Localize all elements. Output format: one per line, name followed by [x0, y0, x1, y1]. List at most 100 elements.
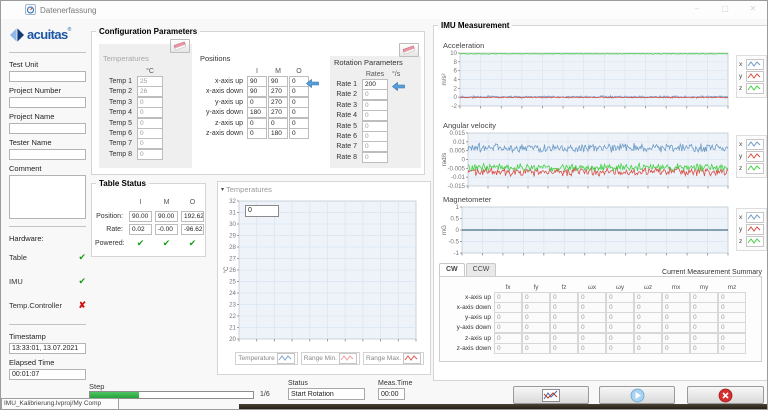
- legend-label-range-max: Range Max.: [366, 355, 401, 362]
- legend-glyph-z: [746, 236, 764, 247]
- rotation-parameters-subpanel: Rotation Parameters Rates°/sRate 1200Rat…: [330, 56, 421, 168]
- temp-input-temp-8[interactable]: 0: [137, 149, 163, 160]
- rate-row-label-rate-3: Rate 3: [332, 102, 360, 109]
- input-tester-name[interactable]: [9, 149, 86, 160]
- rate-row-label-rate-8: Rate 8: [332, 154, 360, 161]
- position-input-x-axis-down-i[interactable]: 90: [247, 86, 267, 97]
- position-input-z-axis-up-i[interactable]: 0: [247, 118, 267, 129]
- chart-icon: [542, 389, 560, 402]
- position-input-y-axis-down-m[interactable]: 270: [268, 107, 288, 118]
- summary-cell-z-axis-down-x: 0: [578, 343, 606, 354]
- position-input-x-axis-up-m[interactable]: 90: [268, 76, 288, 87]
- temperatures-table: °CTemp 125Temp 226Temp 30Temp 40Temp 50T…: [103, 66, 163, 160]
- legend-glyph-range-min: [339, 353, 357, 364]
- clear-rates-button[interactable]: [399, 43, 419, 57]
- position-input-y-axis-up-o[interactable]: 0: [289, 97, 309, 108]
- position-input-z-axis-down-i[interactable]: 0: [247, 128, 267, 139]
- rate-input-rate-4[interactable]: 0: [362, 110, 388, 121]
- position-input-y-axis-down-o[interactable]: 0: [289, 107, 309, 118]
- acceleration-chart-mount: -20246810m/s²: [440, 50, 734, 118]
- position-input-y-axis-up-m[interactable]: 270: [268, 97, 288, 108]
- play-icon: [630, 388, 645, 403]
- rate-input-rate-5[interactable]: 0: [362, 121, 388, 132]
- rate-input-rate-2[interactable]: 0: [362, 89, 388, 100]
- status-col-m: M: [155, 199, 178, 206]
- svg-text:2: 2: [454, 85, 458, 92]
- play-button[interactable]: [599, 386, 675, 404]
- maximize-button[interactable]: ▢: [719, 4, 731, 14]
- rate-input-rate-3[interactable]: 0: [362, 100, 388, 111]
- rate-row-label-rate-6: Rate 6: [332, 133, 360, 140]
- table-status-panel: Table Status IMOPosition:90.0090.00192.6…: [91, 183, 206, 257]
- minimize-button[interactable]: –: [691, 4, 703, 14]
- position-input-x-axis-down-m[interactable]: 270: [268, 86, 288, 97]
- position-input-y-axis-down-i[interactable]: 180: [247, 107, 267, 118]
- temp-input-temp-5[interactable]: 0: [137, 118, 163, 129]
- svg-text:25: 25: [229, 279, 236, 286]
- step-count: 1/6: [260, 391, 270, 398]
- temp-row-label-temp-2: Temp 2: [103, 88, 135, 95]
- temp-input-temp-2[interactable]: 26: [137, 86, 163, 97]
- powered-label: Powered:: [95, 240, 126, 247]
- position-input-z-axis-down-m[interactable]: 180: [268, 128, 288, 139]
- position-input-z-axis-up-m[interactable]: 0: [268, 118, 288, 129]
- comment-field[interactable]: [9, 175, 86, 219]
- temp-input-temp-6[interactable]: 0: [137, 128, 163, 139]
- powered-check-icon-o: ✔: [181, 238, 204, 249]
- temp-input-temp-4[interactable]: 0: [137, 107, 163, 118]
- field-label-tester-name: Tester Name: [9, 138, 86, 147]
- svg-text:0.005: 0.005: [450, 148, 466, 155]
- acceleration-label: Acceleration: [443, 41, 484, 50]
- logo-text: acuitas: [27, 27, 68, 42]
- rate-input-rate-7[interactable]: 0: [362, 141, 388, 152]
- status-value-position-m: 90.00: [155, 211, 178, 222]
- position-input-z-axis-down-o[interactable]: 0: [289, 128, 309, 139]
- legend-glyph-x: [746, 59, 764, 70]
- field-label-test-unit: Test Unit: [9, 60, 86, 69]
- svg-text:-0.015: -0.015: [447, 183, 465, 190]
- input-project-number[interactable]: [9, 97, 86, 108]
- svg-text:-1: -1: [453, 250, 459, 257]
- field-label-project-number: Project Number: [9, 86, 86, 95]
- position-input-x-axis-down-o[interactable]: 0: [289, 86, 309, 97]
- show-graph-button[interactable]: [513, 386, 589, 404]
- svg-text:0.015: 0.015: [450, 130, 466, 137]
- hardware-label-imu: IMU: [9, 277, 23, 286]
- abort-button[interactable]: [687, 386, 764, 404]
- legend-label-range-min: Range Min.: [304, 355, 337, 362]
- position-input-z-axis-up-o[interactable]: 0: [289, 118, 309, 129]
- clear-temperatures-button[interactable]: [170, 39, 190, 53]
- close-button[interactable]: ✕: [747, 4, 759, 14]
- legend-label-y: y: [739, 226, 744, 233]
- rate-input-rate-1[interactable]: 200: [362, 79, 388, 90]
- position-input-x-axis-up-i[interactable]: 90: [247, 76, 267, 87]
- summary-row-label-x-axis-up: x-axis up: [448, 294, 494, 301]
- legend-item-x: x: [739, 59, 764, 70]
- svg-text:29: 29: [229, 233, 236, 240]
- positions-col-i: I: [247, 68, 267, 75]
- rate-input-rate-8[interactable]: 0: [362, 152, 388, 163]
- legend-label-x: x: [739, 141, 744, 148]
- svg-text:0.01: 0.01: [453, 139, 466, 146]
- temp-input-temp-7[interactable]: 0: [137, 138, 163, 149]
- svg-text:m/s²: m/s²: [441, 73, 448, 85]
- temp-input-temp-3[interactable]: 0: [137, 97, 163, 108]
- tab-ccw[interactable]: CCW: [466, 263, 497, 276]
- magnetometer-chart: -1-0.500.51mG: [440, 204, 734, 264]
- svg-text:0.5: 0.5: [450, 216, 459, 223]
- chart-cursor-readout: 0: [245, 205, 279, 217]
- taskbar-strip: [239, 404, 767, 410]
- rate-row-label-rate-4: Rate 4: [332, 112, 360, 119]
- position-input-y-axis-up-i[interactable]: 0: [247, 97, 267, 108]
- summary-row-label-y-axis-up: y-axis up: [448, 314, 494, 321]
- tab-cw[interactable]: CW: [439, 263, 465, 276]
- rotation-parameters-label: Rotation Parameters: [334, 58, 403, 67]
- status-label: Status: [288, 380, 308, 387]
- input-test-unit[interactable]: [9, 71, 86, 82]
- rate-input-rate-6[interactable]: 0: [362, 131, 388, 142]
- temp-input-temp-1[interactable]: 25: [137, 76, 163, 87]
- svg-text:0: 0: [456, 227, 460, 234]
- input-project-name[interactable]: [9, 123, 86, 134]
- svg-text:-0.005: -0.005: [447, 165, 465, 172]
- positions-table: IMOx-axis up90900x-axis down902700y-axis…: [200, 66, 324, 139]
